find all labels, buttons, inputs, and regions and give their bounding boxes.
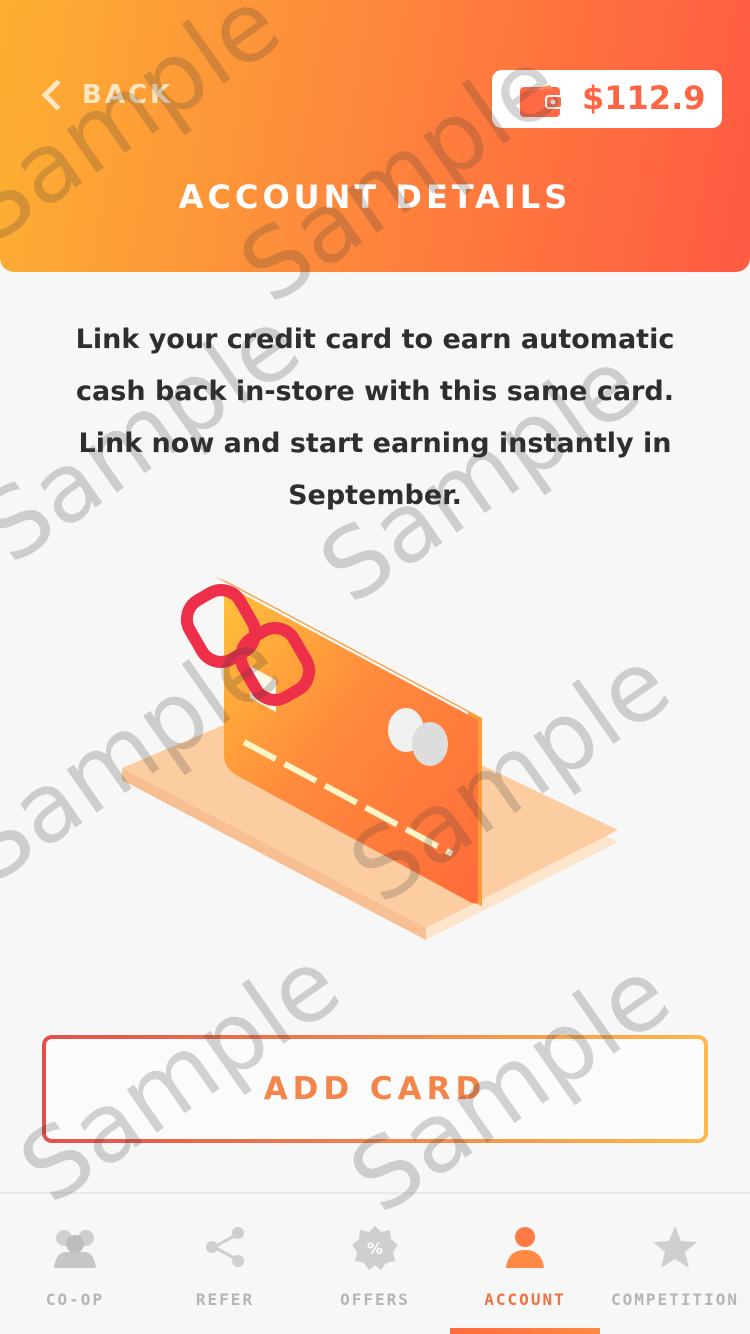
page-title: ACCOUNT DETAILS <box>178 178 572 216</box>
back-label: BACK <box>82 80 174 110</box>
tab-competition[interactable]: COMPETITION <box>600 1194 750 1334</box>
chevron-left-icon <box>41 79 73 111</box>
tab-account[interactable]: ACCOUNT <box>450 1194 600 1334</box>
header-bar: BACK $112.9 ACCOUNT DETAILS <box>0 0 750 272</box>
tab-label: OFFERS <box>340 1290 410 1309</box>
balance-value: $112.9 <box>582 79 706 117</box>
star-icon <box>653 1226 697 1268</box>
active-tab-indicator <box>450 1328 600 1334</box>
user-icon <box>506 1227 544 1268</box>
tab-label: COMPETITION <box>611 1290 739 1309</box>
balance-badge[interactable]: $112.9 <box>492 70 722 128</box>
credit-card-link-illustration <box>122 576 618 940</box>
share-icon <box>206 1227 244 1267</box>
tab-label: CO-OP <box>45 1290 105 1309</box>
tab-offers[interactable]: % OFFERS <box>300 1194 450 1334</box>
back-button[interactable]: BACK <box>38 72 173 118</box>
tab-refer[interactable]: REFER <box>150 1194 300 1334</box>
tab-label: ACCOUNT <box>484 1290 566 1309</box>
bottom-tab-bar: CO-OP REFER % OFFERS ACCOUNT COMPETITION <box>0 1192 750 1334</box>
wallet-icon <box>520 85 562 117</box>
intro-text: Link your credit card to earn automatic … <box>75 324 675 511</box>
add-card-button[interactable]: ADD CARD <box>42 1035 708 1143</box>
svg-text:%: % <box>367 1239 383 1258</box>
add-card-label: ADD CARD <box>263 1071 487 1107</box>
tab-label: REFER <box>195 1290 255 1309</box>
group-icon <box>54 1230 96 1268</box>
tab-co-op[interactable]: CO-OP <box>0 1194 150 1334</box>
percent-badge-icon: % <box>352 1226 398 1270</box>
